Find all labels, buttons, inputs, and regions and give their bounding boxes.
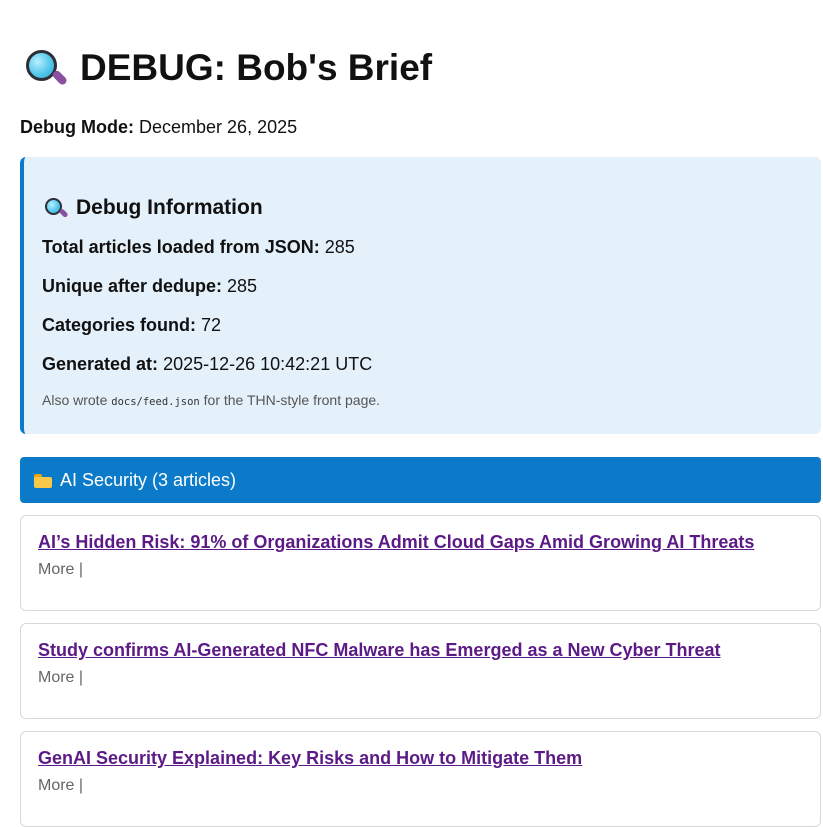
magnifying-glass-icon — [24, 48, 69, 88]
page: DEBUG: Bob's Brief Debug Mode: December … — [0, 0, 823, 827]
debug-info-title: Debug Information — [76, 196, 263, 219]
debug-line-label: Total articles loaded from JSON: — [42, 237, 320, 257]
article-more-link[interactable]: More | — [38, 668, 803, 688]
page-title: DEBUG: Bob's Brief — [24, 0, 821, 90]
article-card: AI’s Hidden Risk: 91% of Organizations A… — [20, 515, 821, 611]
article-more-link[interactable]: More | — [38, 560, 803, 580]
debug-note-suffix: for the THN-style front page. — [203, 392, 381, 408]
debug-info-heading: Debug Information — [44, 194, 801, 222]
debug-mode-value: December 26, 2025 — [139, 117, 298, 137]
category-header-ai-security[interactable]: AI Security (3 articles) — [20, 457, 821, 503]
debug-line-value: 2025-12-26 10:42:21 UTC — [163, 354, 373, 374]
debug-line-value: 285 — [324, 237, 355, 257]
debug-line-label: Categories found: — [42, 315, 197, 335]
debug-info-panel: Debug Information Total articles loaded … — [20, 157, 821, 434]
debug-total-articles: Total articles loaded from JSON: 285 — [42, 233, 801, 261]
debug-line-value: 285 — [227, 276, 258, 296]
debug-mode-line: Debug Mode: December 26, 2025 — [20, 116, 821, 138]
debug-line-label: Unique after dedupe: — [42, 276, 223, 296]
debug-note-prefix: Also wrote — [42, 392, 108, 408]
article-card: GenAI Security Explained: Key Risks and … — [20, 731, 821, 827]
debug-unique-after-dedupe: Unique after dedupe: 285 — [42, 272, 801, 300]
article-title-link[interactable]: GenAI Security Explained: Key Risks and … — [38, 746, 803, 770]
debug-line-value: 72 — [201, 315, 222, 335]
debug-mode-label: Debug Mode: — [20, 117, 134, 137]
article-title-link[interactable]: AI’s Hidden Risk: 91% of Organizations A… — [38, 530, 803, 554]
article-more-link[interactable]: More | — [38, 776, 803, 796]
magnifying-glass-icon — [44, 197, 69, 219]
debug-generated-at: Generated at: 2025-12-26 10:42:21 UTC — [42, 350, 801, 378]
debug-note: Also wrote docs/feed.json for the THN-st… — [42, 390, 801, 412]
category-header-label: AI Security (3 articles) — [60, 469, 237, 490]
debug-note-code: docs/feed.json — [111, 396, 200, 408]
debug-line-label: Generated at: — [42, 354, 159, 374]
page-title-text: DEBUG: Bob's Brief — [80, 47, 433, 88]
folder-icon — [34, 474, 52, 488]
article-card: Study confirms AI-Generated NFC Malware … — [20, 623, 821, 719]
debug-categories-found: Categories found: 72 — [42, 311, 801, 339]
article-title-link[interactable]: Study confirms AI-Generated NFC Malware … — [38, 638, 803, 662]
